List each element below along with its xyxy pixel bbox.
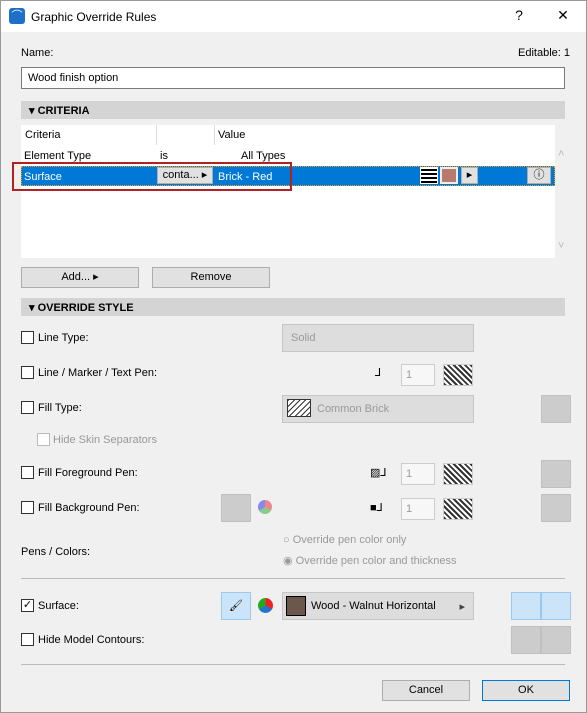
line-type-label: Line Type: [38, 332, 89, 344]
app-icon: ⌒ [9, 8, 25, 24]
surface-apply-all-button[interactable] [541, 592, 571, 620]
surface-dropdown[interactable]: Wood - Walnut Horizontal ▸ [282, 592, 474, 620]
surface-label: Surface: [38, 600, 79, 612]
line-pen-label: Line / Marker / Text Pen: [38, 367, 158, 379]
line-pen-input[interactable]: 1 [401, 364, 435, 386]
add-button[interactable]: Add... ▸ [21, 267, 139, 288]
row-operator[interactable]: is [160, 150, 168, 162]
expand-arrow-button[interactable]: ▸ [461, 167, 478, 184]
radio-pen-color-only[interactable]: ○ Override pen color only [283, 534, 406, 546]
fill-bg-label: Fill Background Pen: [38, 502, 140, 514]
col-divider [156, 125, 157, 145]
radio-label: Override pen color and thickness [295, 555, 457, 567]
divider [21, 664, 565, 665]
line-pen-checkbox[interactable] [21, 366, 34, 379]
highlight-box [12, 162, 292, 191]
contour-option-button[interactable] [541, 626, 571, 654]
ok-button[interactable]: OK [482, 680, 570, 701]
pens-colors-label: Pens / Colors: [21, 546, 91, 558]
pen-icon: ■⅃ [370, 502, 383, 514]
pen-icon: ⅃ [375, 367, 382, 379]
surface-apply-button[interactable] [511, 592, 541, 620]
col-criteria: Criteria [25, 129, 61, 141]
pen-icon: ▨⅃ [370, 467, 387, 479]
hide-contours-label: Hide Model Contours: [38, 634, 145, 646]
row-value[interactable]: All Types [241, 150, 285, 162]
title-bar: ⌒ Graphic Override Rules ? ✕ [0, 0, 587, 32]
line-type-checkbox[interactable] [21, 331, 34, 344]
criteria-table [21, 125, 555, 258]
color-swatch[interactable] [440, 167, 458, 184]
scroll-up-icon[interactable]: ˄ [558, 148, 564, 160]
criteria-header-label: CRITERIA [37, 105, 90, 117]
scroll-down-icon[interactable]: ˅ [558, 240, 564, 252]
override-header-label: OVERRIDE STYLE [37, 302, 134, 314]
hide-contours-checkbox[interactable] [21, 633, 34, 646]
name-label: Name: [21, 47, 54, 59]
help-button[interactable]: ? [509, 7, 529, 23]
name-input[interactable]: Wood finish option [21, 67, 565, 89]
contour-option-button[interactable] [511, 626, 541, 654]
pen-pattern-button[interactable] [443, 463, 473, 485]
info-icon[interactable]: ⓘ [527, 167, 551, 184]
close-button[interactable]: ✕ [553, 7, 573, 24]
fill-type-label: Fill Type: [38, 402, 82, 414]
surface-checkbox[interactable]: ✓ [21, 599, 34, 612]
hide-skin-checkbox[interactable] [37, 433, 50, 446]
cancel-button[interactable]: Cancel [382, 680, 470, 701]
fill-fg-option-button[interactable] [541, 460, 571, 488]
fill-type-checkbox[interactable] [21, 401, 34, 414]
fill-fg-input[interactable]: 1 [401, 463, 435, 485]
add-label: Add... [61, 271, 91, 283]
brick-pattern-icon [420, 167, 438, 184]
col-divider [214, 125, 215, 145]
row-criteria[interactable]: Element Type [24, 150, 91, 162]
radio-label: Override pen color only [292, 534, 407, 546]
hide-skin-label: Hide Skin Separators [53, 434, 157, 446]
line-type-dropdown[interactable]: Solid [282, 324, 474, 352]
override-header[interactable]: ▾ OVERRIDE STYLE [21, 298, 565, 316]
surface-value: Wood - Walnut Horizontal [311, 600, 436, 612]
fill-option-button[interactable] [541, 395, 571, 423]
color-wheel-icon[interactable] [258, 598, 273, 613]
paintbrush-icon[interactable]: 🖌 [221, 592, 251, 620]
remove-button[interactable]: Remove [152, 267, 270, 288]
editable-count: Editable: 1 [518, 47, 570, 59]
fill-fg-checkbox[interactable] [21, 466, 34, 479]
window-title: Graphic Override Rules [31, 10, 157, 24]
hatch-icon [287, 399, 311, 417]
fill-bg-input[interactable]: 1 [401, 498, 435, 520]
pen-picker-button[interactable] [221, 494, 251, 522]
fill-fg-label: Fill Foreground Pen: [38, 467, 138, 479]
pen-pattern-button[interactable] [443, 498, 473, 520]
divider [21, 578, 565, 579]
criteria-header[interactable]: ▾ CRITERIA [21, 101, 565, 119]
fill-type-value: Common Brick [317, 403, 390, 415]
fill-bg-option-button[interactable] [541, 494, 571, 522]
fill-bg-checkbox[interactable] [21, 501, 34, 514]
surface-swatch [286, 596, 306, 616]
radio-pen-color-thickness[interactable]: ◉ Override pen color and thickness [283, 554, 456, 567]
col-value: Value [218, 129, 246, 141]
color-wheel-icon[interactable] [258, 500, 272, 514]
pen-pattern-button[interactable] [443, 364, 473, 386]
